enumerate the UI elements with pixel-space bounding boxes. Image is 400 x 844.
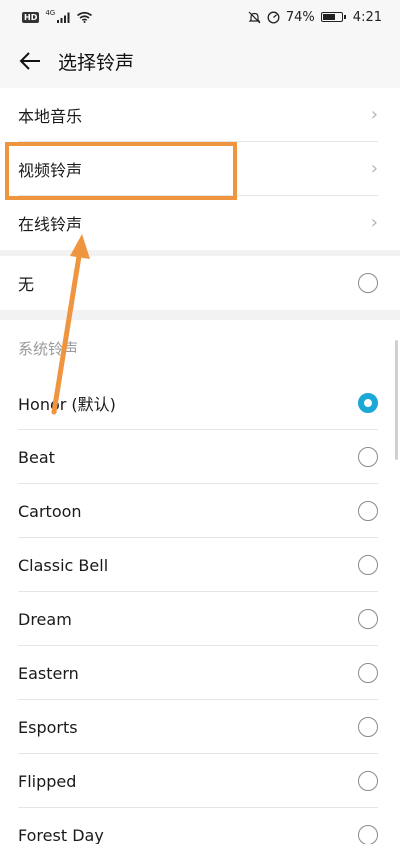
ringtone-item[interactable]: Flipped <box>0 754 400 808</box>
radio-button[interactable] <box>358 663 378 683</box>
radio-button[interactable] <box>358 771 378 791</box>
ringtone-item[interactable]: Esports <box>0 700 400 754</box>
ringtone-label: Classic Bell <box>18 555 109 575</box>
radio-button[interactable] <box>358 501 378 521</box>
radio-button[interactable] <box>358 447 378 467</box>
ringtone-label: Cartoon <box>18 501 82 521</box>
ringtone-list: Honor (默认) Beat Cartoon Classic Bell Dream Ea… <box>0 376 400 844</box>
source-label: 视频铃声 <box>18 161 83 180</box>
ringtone-label: Beat <box>18 447 55 467</box>
none-card: 无 <box>0 256 400 310</box>
ringtone-label: Forest Day <box>18 825 104 844</box>
page-title: 选择铃声 <box>58 51 135 74</box>
status-bar: HD 4G 74% 4:21 <box>0 0 400 34</box>
radio-button-selected[interactable] <box>358 393 378 413</box>
ringtone-item[interactable]: Forest Day <box>0 808 400 844</box>
chevron-right-icon: › <box>370 212 378 233</box>
ringtone-none[interactable]: 无 <box>0 256 400 310</box>
radio-button[interactable] <box>358 825 378 844</box>
clock: 4:21 <box>352 9 382 25</box>
scrollbar[interactable] <box>395 340 398 460</box>
ringtone-item[interactable]: Cartoon <box>0 484 400 538</box>
network-type: 4G <box>45 9 56 17</box>
ringtone-label: Dream <box>18 609 72 629</box>
source-video-ringtone[interactable]: 视频铃声 › <box>0 142 400 196</box>
ringtone-label: Honor (默认) <box>18 395 116 414</box>
ringtone-label: Esports <box>18 717 78 737</box>
ringtone-sources: 本地音乐 › 视频铃声 › 在线铃声 › <box>0 88 400 250</box>
source-online-ringtone[interactable]: 在线铃声 › <box>0 196 400 250</box>
radio-button[interactable] <box>358 609 378 629</box>
speed-gauge-icon <box>267 11 280 23</box>
mute-bell-icon <box>248 11 261 23</box>
signal-icon <box>57 12 70 23</box>
ringtone-item[interactable]: Honor (默认) <box>0 376 400 430</box>
radio-button[interactable] <box>358 555 378 575</box>
ringtone-item[interactable]: Classic Bell <box>0 538 400 592</box>
status-right: 74% 4:21 <box>248 10 382 25</box>
status-left: HD 4G <box>22 9 93 23</box>
source-label: 本地音乐 <box>18 107 83 126</box>
battery-icon <box>320 12 346 22</box>
source-label: 在线铃声 <box>18 215 83 234</box>
radio-button[interactable] <box>358 717 378 737</box>
battery-level <box>322 14 336 20</box>
ringtone-item[interactable]: Dream <box>0 592 400 646</box>
battery-percent: 74% <box>285 9 315 25</box>
ringtone-item[interactable]: Beat <box>0 430 400 484</box>
radio-button[interactable] <box>358 273 378 293</box>
arrow-left-icon <box>19 52 40 70</box>
ringtone-label: 无 <box>18 275 35 294</box>
ringtone-item[interactable]: Eastern <box>0 646 400 700</box>
hd-badge: HD <box>22 11 40 23</box>
wifi-icon <box>77 11 93 23</box>
section-label: 系统铃声 <box>18 339 79 358</box>
ringtone-label: Flipped <box>18 771 77 791</box>
chevron-right-icon: › <box>370 158 378 179</box>
source-local-music[interactable]: 本地音乐 › <box>0 88 400 142</box>
app-header: 选择铃声 <box>0 34 400 88</box>
system-ringtones: 系统铃声 Honor (默认) Beat Cartoon Classic Bell Dr… <box>0 320 400 844</box>
back-button[interactable] <box>16 47 44 75</box>
ringtone-label: Eastern <box>18 663 79 683</box>
chevron-right-icon: › <box>370 104 378 125</box>
